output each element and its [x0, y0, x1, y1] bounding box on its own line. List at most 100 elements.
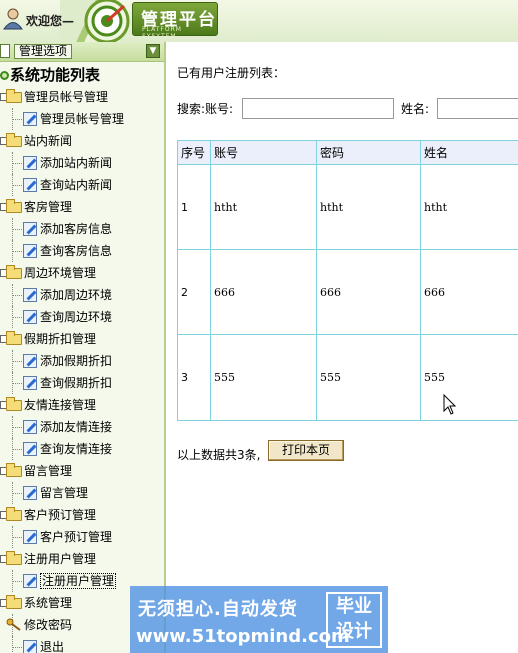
record-summary: 以上数据共3条, — [177, 448, 261, 462]
tree-line — [12, 581, 22, 582]
edit-icon — [23, 288, 37, 302]
tree-line — [12, 229, 22, 230]
tree-line — [12, 317, 22, 318]
sidebar-item-label: 系统管理 — [24, 596, 73, 610]
sidebar-item-label: 假期折扣管理 — [24, 332, 97, 346]
header-index: 序号 — [177, 140, 211, 165]
sidebar-item[interactable]: 添加假期折扣 — [0, 350, 164, 372]
sidebar-item[interactable]: 添加站内新闻 — [0, 152, 164, 174]
sidebar-group[interactable]: 友情连接管理 — [0, 394, 164, 416]
tree-line — [12, 427, 22, 428]
sidebar-item-label: 管理员帐号管理 — [24, 90, 109, 104]
cell-password: 666 — [316, 249, 421, 335]
watermark-url: www.51topmind.com — [136, 626, 350, 647]
sidebar-item[interactable]: 查询站内新闻 — [0, 174, 164, 196]
sidebar-item-label: 添加周边环境 — [40, 288, 113, 302]
cell-account: htht — [210, 164, 317, 250]
sidebar-item[interactable]: 管理员帐号管理 — [0, 108, 164, 130]
folder-icon — [6, 199, 22, 213]
sidebar-group[interactable]: 客房管理 — [0, 196, 164, 218]
sidebar-group[interactable]: 留言管理 — [0, 460, 164, 482]
collapse-arrow-icon[interactable]: ▼ — [146, 44, 160, 58]
main-content: 已有用户注册列表： 搜索:账号: 姓名: 序号 账号 密码 姓名 1 htht … — [168, 42, 518, 653]
table-row[interactable]: 1 htht htht htht — [177, 164, 518, 250]
edit-icon — [23, 442, 37, 456]
table-header-row: 序号 账号 密码 姓名 — [177, 140, 518, 165]
table-row[interactable]: 3 555 555 555 — [177, 334, 518, 421]
watermark-badge: 毕业 设计 — [326, 592, 382, 648]
tree-line — [12, 636, 13, 653]
sidebar-item[interactable]: 添加客房信息 — [0, 218, 164, 240]
search-account-input[interactable] — [242, 98, 394, 119]
sidebar-group[interactable]: 假期折扣管理 — [0, 328, 164, 350]
cell-name: 666 — [420, 249, 518, 335]
cell-name: 555 — [420, 334, 518, 421]
table-row[interactable]: 2 666 666 666 — [177, 249, 518, 335]
tree-line — [12, 185, 22, 186]
sidebar-item-label: 注册用户管理 — [40, 573, 117, 589]
sidebar-item[interactable]: 查询周边环境 — [0, 306, 164, 328]
tree-line — [12, 119, 22, 120]
sidebar-group[interactable]: 管理员帐号管理 — [0, 86, 164, 108]
folder-icon — [6, 463, 22, 477]
sidebar-item-label: 添加客房信息 — [40, 222, 113, 236]
watermark-text: 无须担心.自动发货 — [138, 599, 298, 620]
sidebar-toolbar: 管理选项 ▼ — [0, 42, 164, 62]
folder-icon — [6, 507, 22, 521]
list-title: 已有用户注册列表： — [177, 66, 286, 80]
edit-icon — [23, 420, 37, 434]
sidebar-item[interactable]: 客户预订管理 — [0, 526, 164, 548]
sidebar-item[interactable]: 添加友情连接 — [0, 416, 164, 438]
search-bar: 搜索:账号: 姓名: — [177, 98, 518, 120]
sidebar-group[interactable]: 注册用户管理 — [0, 548, 164, 570]
brand-subtitle: PLATFORM SYSYTEM — [142, 26, 182, 40]
edit-icon — [23, 112, 37, 126]
logo-icon — [84, 0, 130, 42]
edit-icon — [23, 376, 37, 390]
brand-banner: 管理平台 PLATFORM SYSYTEM — [132, 2, 218, 40]
folder-icon — [6, 397, 22, 411]
tree-line — [12, 251, 22, 252]
tree-root: 系统功能列表 — [0, 64, 164, 86]
cell-index: 3 — [177, 334, 211, 421]
sidebar-item-label: 修改密码 — [24, 618, 73, 632]
document-icon — [0, 44, 10, 58]
tree-line — [12, 537, 22, 538]
sidebar-item-label: 留言管理 — [24, 464, 73, 478]
root-dot-icon — [0, 71, 9, 80]
search-name-label: 姓名: — [401, 102, 430, 116]
user-icon — [3, 8, 23, 30]
header-name: 姓名 — [420, 140, 518, 165]
tree-line — [12, 361, 22, 362]
sidebar-item[interactable]: 查询友情连接 — [0, 438, 164, 460]
sidebar-item-label: 客户预订管理 — [24, 508, 97, 522]
folder-icon — [6, 133, 22, 147]
sidebar-group[interactable]: 站内新闻 — [0, 130, 164, 152]
edit-icon — [23, 222, 37, 236]
sidebar-item-label: 查询假期折扣 — [40, 376, 113, 390]
sidebar-item-label: 添加友情连接 — [40, 420, 113, 434]
edit-icon — [23, 310, 37, 324]
options-button[interactable]: 管理选项 — [14, 44, 73, 59]
sidebar-item[interactable]: 查询客房信息 — [0, 240, 164, 262]
tree-root-label: 系统功能列表 — [10, 66, 101, 84]
tree-line — [12, 163, 22, 164]
sidebar-group[interactable]: 客户预订管理 — [0, 504, 164, 526]
cell-account: 555 — [210, 334, 317, 421]
sidebar-item-label: 退出 — [40, 640, 65, 653]
sidebar-item[interactable]: 查询假期折扣 — [0, 372, 164, 394]
sidebar-item[interactable]: 留言管理 — [0, 482, 164, 504]
print-button[interactable]: 打印本页 — [268, 440, 344, 461]
search-name-input[interactable] — [437, 98, 518, 119]
tree-line — [12, 383, 22, 384]
sidebar-group[interactable]: 周边环境管理 — [0, 262, 164, 284]
watermark-badge-line2: 设计 — [336, 621, 372, 642]
folder-icon — [6, 551, 22, 565]
cell-index: 1 — [177, 164, 211, 250]
edit-icon — [23, 354, 37, 368]
users-table: 序号 账号 密码 姓名 1 htht htht htht 2 666 666 6… — [177, 140, 518, 421]
keys-icon — [6, 618, 21, 631]
sidebar-item[interactable]: 添加周边环境 — [0, 284, 164, 306]
sidebar-item-label: 友情连接管理 — [24, 398, 97, 412]
sidebar-item-label: 站内新闻 — [24, 134, 73, 148]
